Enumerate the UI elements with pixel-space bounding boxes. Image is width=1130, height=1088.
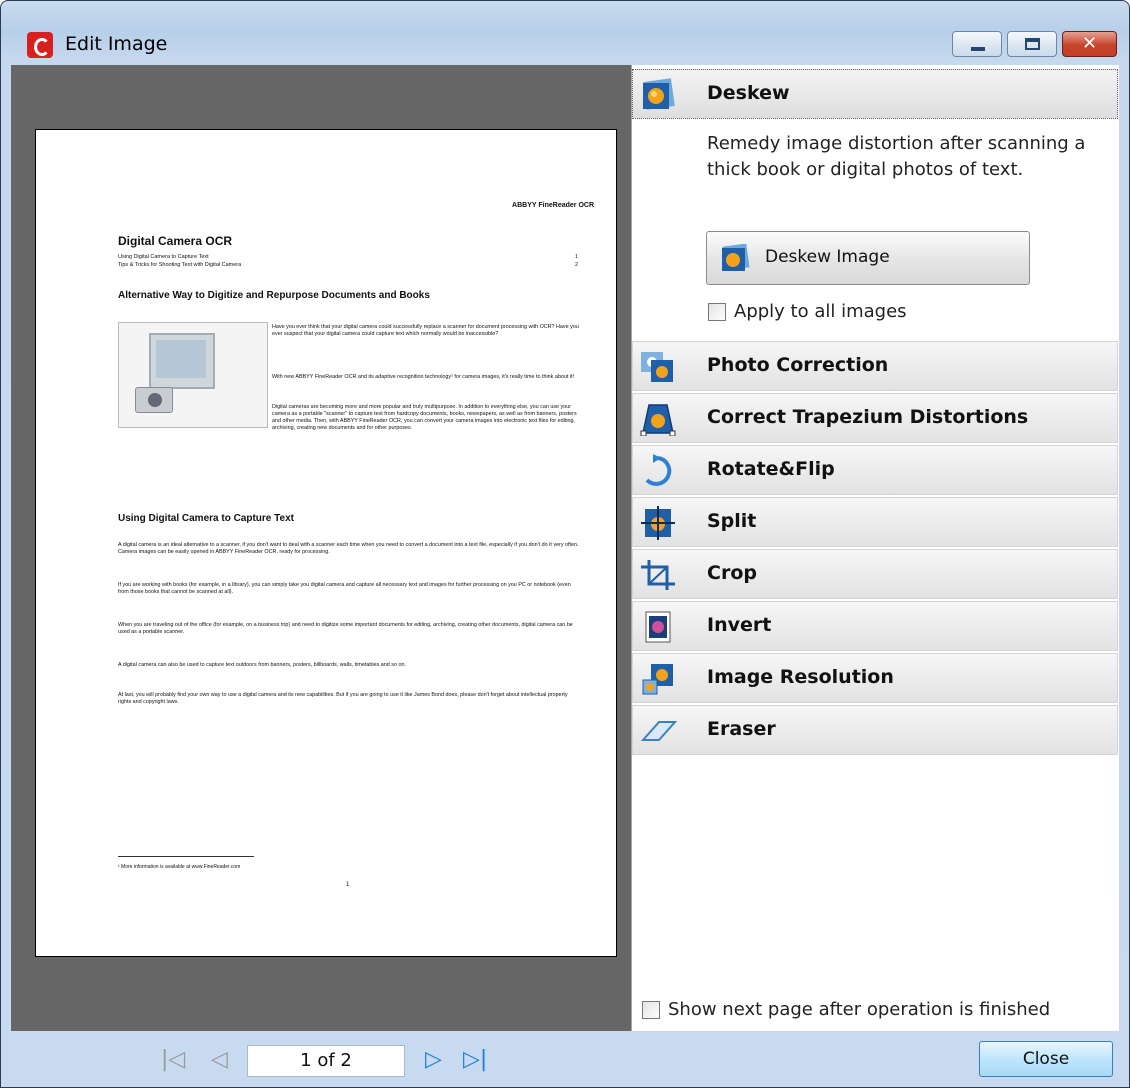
- doc-title: Digital Camera OCR: [118, 234, 233, 248]
- close-button[interactable]: Close: [979, 1041, 1113, 1077]
- tools-panel: Deskew Remedy image distortion after sca…: [632, 65, 1119, 1031]
- doc-paragraph: At last, you will probably find your own…: [118, 692, 568, 705]
- figure-monitor: [149, 333, 215, 389]
- trapezium-icon: [640, 404, 676, 436]
- figure-lens: [148, 393, 162, 407]
- doc-paragraph: Digital cameras are becoming more and mo…: [272, 404, 577, 431]
- section-label: Invert: [707, 614, 772, 636]
- deskew-image-button[interactable]: Deskew Image: [706, 231, 1030, 285]
- section-label: Deskew: [707, 82, 790, 104]
- deskew-icon: [643, 78, 675, 110]
- figure-camera: [135, 387, 173, 413]
- title-bar[interactable]: Edit Image ✕: [1, 1, 1129, 65]
- doc-paragraph: If you are working with books (for examp…: [118, 582, 571, 595]
- abbyy-app-icon: [27, 32, 53, 58]
- section-invert[interactable]: Invert: [632, 601, 1118, 651]
- section-trapezium[interactable]: Correct Trapezium Distortions: [632, 393, 1118, 443]
- page-image[interactable]: ABBYY FineReader OCR Digital Camera OCR …: [35, 129, 617, 957]
- maximize-icon: [1025, 38, 1040, 50]
- split-icon: [641, 506, 675, 540]
- doc-toc-text: Using Digital Camera to Capture Text: [118, 254, 209, 260]
- doc-paragraph: Have you ever think that your digital ca…: [272, 324, 579, 337]
- previous-page-icon[interactable]: ◁: [211, 1049, 228, 1071]
- doc-toc-page: 2: [574, 262, 578, 268]
- deskew-description: Remedy image distortion after scanning a…: [707, 133, 1086, 180]
- figure-screen: [156, 340, 206, 378]
- section-label: Rotate&Flip: [707, 458, 835, 480]
- section-label: Eraser: [707, 718, 776, 740]
- section-eraser[interactable]: Eraser: [632, 705, 1118, 755]
- doc-toc-text: Tips & Tricks for Shooting Text with Dig…: [118, 262, 242, 268]
- resolution-icon: [642, 664, 673, 695]
- next-page-icon[interactable]: ▷: [425, 1049, 442, 1071]
- section-label: Image Resolution: [707, 666, 894, 688]
- doc-toc-page: 1: [574, 254, 578, 260]
- window-title: Edit Image: [65, 33, 168, 55]
- section-photo-correction[interactable]: Photo Correction: [632, 341, 1118, 391]
- page-preview-area: ABBYY FineReader OCR Digital Camera OCR …: [11, 65, 632, 1031]
- footnote-divider: [118, 856, 254, 857]
- rotate-icon: [645, 454, 672, 486]
- edit-image-window: Edit Image ✕ ABBYY FineReader OCR Digita…: [0, 0, 1130, 1088]
- apply-to-all-checkbox[interactable]: [708, 303, 726, 321]
- doc-paragraph: A digital camera can also be used to cap…: [118, 662, 406, 668]
- section-rotate-flip[interactable]: Rotate&Flip: [632, 445, 1118, 495]
- doc-heading-1: Alternative Way to Digitize and Repurpos…: [118, 290, 430, 301]
- section-label: Photo Correction: [707, 354, 889, 376]
- doc-toc-line: Using Digital Camera to Capture Text 1: [118, 254, 578, 260]
- photo-correction-icon: [641, 352, 673, 382]
- minimize-icon: [971, 47, 985, 51]
- section-crop[interactable]: Crop: [632, 549, 1118, 599]
- section-deskew[interactable]: Deskew: [632, 69, 1118, 119]
- window-close-button[interactable]: ✕: [1062, 31, 1117, 57]
- show-next-page-label: Show next page after operation is finish…: [668, 999, 1051, 1020]
- section-label: Split: [707, 510, 757, 532]
- minimize-button[interactable]: [952, 31, 1002, 57]
- doc-toc-line: Tips & Tricks for Shooting Text with Dig…: [118, 262, 578, 268]
- dialog-client: ABBYY FineReader OCR Digital Camera OCR …: [11, 65, 1119, 1031]
- crop-icon: [641, 560, 675, 590]
- close-icon: ✕: [1081, 33, 1098, 54]
- doc-page-number: 1: [346, 882, 350, 888]
- page-number-field[interactable]: 1 of 2: [247, 1045, 405, 1077]
- navigation-bar: |◁ ◁ 1 of 2 ▷ ▷| Close: [11, 1031, 1119, 1081]
- invert-icon: [645, 611, 671, 643]
- doc-paragraph: With new ABBYY FineReader OCR and its ad…: [272, 374, 575, 380]
- section-image-resolution[interactable]: Image Resolution: [632, 653, 1118, 703]
- section-split[interactable]: Split: [632, 497, 1118, 547]
- maximize-button[interactable]: [1007, 31, 1057, 57]
- apply-to-all-label: Apply to all images: [734, 301, 907, 322]
- doc-paragraph: A digital camera is an ideal alternative…: [118, 542, 579, 555]
- section-label: Correct Trapezium Distortions: [707, 406, 1029, 428]
- doc-brand: ABBYY FineReader OCR: [512, 202, 594, 209]
- doc-figure-camera-computer: [118, 322, 268, 428]
- last-page-icon[interactable]: ▷|: [463, 1049, 487, 1071]
- eraser-icon: [640, 721, 677, 741]
- doc-footnote: ¹ More information is available at www.F…: [118, 864, 241, 870]
- first-page-icon[interactable]: |◁: [161, 1049, 185, 1071]
- deskew-image-button-label: Deskew Image: [765, 247, 890, 267]
- deskew-icon: [722, 244, 750, 271]
- doc-heading-2: Using Digital Camera to Capture Text: [118, 513, 294, 524]
- doc-paragraph: When you are traveling out of the office…: [118, 622, 573, 635]
- section-label: Crop: [707, 562, 757, 584]
- show-next-page-checkbox[interactable]: [642, 1001, 660, 1019]
